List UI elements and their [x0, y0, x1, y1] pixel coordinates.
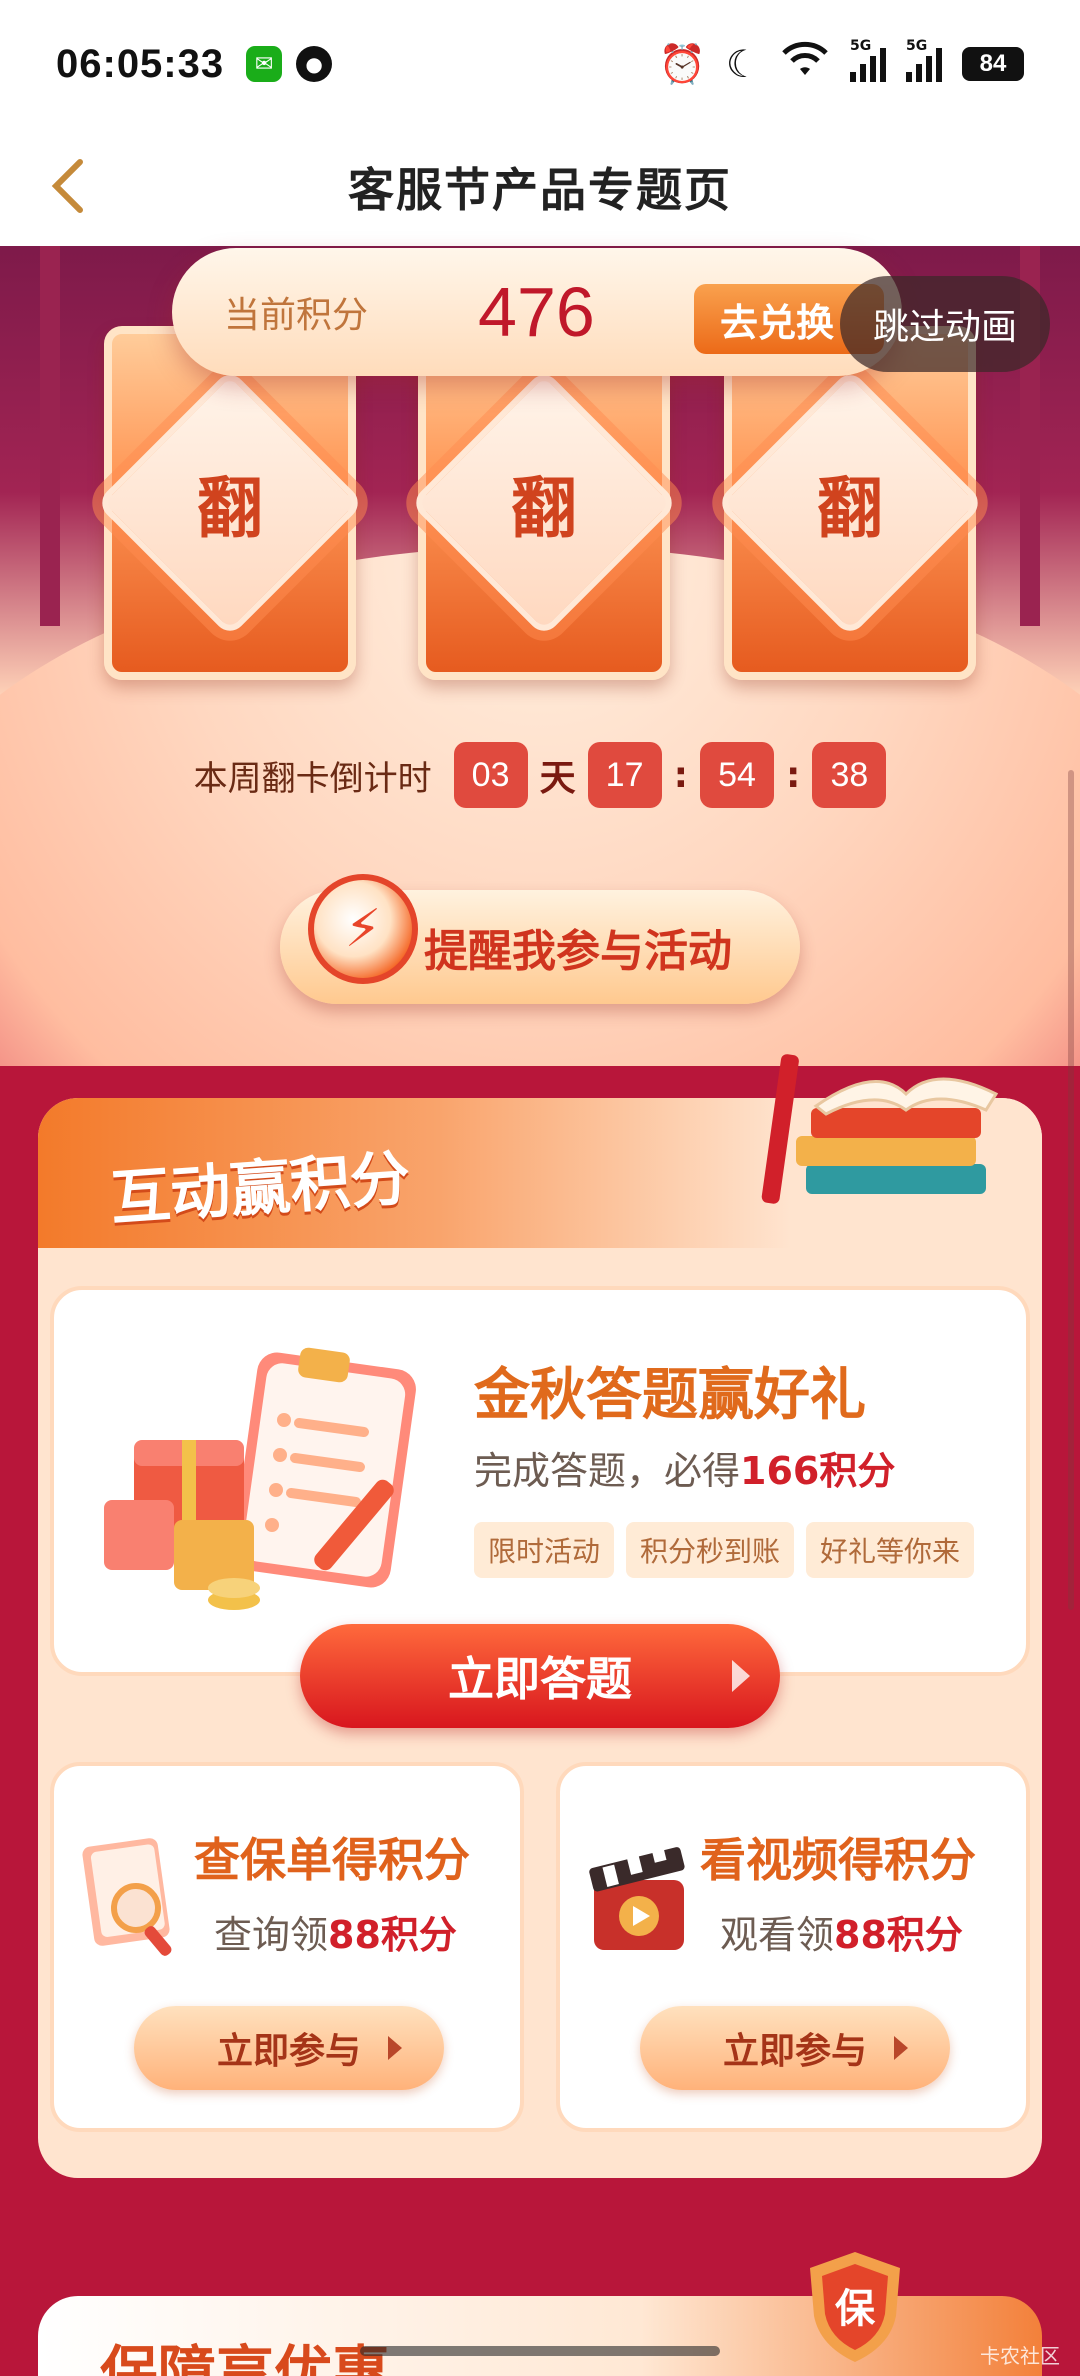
start-quiz-button[interactable]: 立即答题 — [300, 1624, 780, 1728]
countdown-separator: : — [786, 754, 801, 796]
join-label: 立即参与 — [216, 2031, 361, 2072]
wifi-icon — [780, 41, 830, 88]
watch-video-title: 看视频得积分 — [700, 1833, 976, 1887]
status-app-icons: ✉ ● — [246, 46, 333, 82]
quiz-clipboard-illustration — [104, 1347, 416, 1610]
points-label: 当前积分 — [224, 295, 369, 336]
status-bar: 06:05:33 ✉ ● ⏰ ☾ 5G 5G 84 — [0, 0, 1080, 128]
network-tag: 5G — [850, 38, 872, 54]
quiz-points: 166积分 — [740, 1449, 896, 1493]
moon-icon: ☾ — [725, 42, 760, 86]
policy-query-join-button[interactable]: 立即参与 — [134, 2006, 444, 2090]
watch-video-prefix: 观看领 — [720, 1913, 835, 1957]
flip-card[interactable]: 翻 — [409, 326, 679, 680]
status-right: ⏰ ☾ 5G 5G 84 — [658, 38, 1024, 88]
home-indicator[interactable] — [360, 2346, 720, 2356]
countdown-seconds: 38 — [812, 742, 887, 808]
battery-indicator: 84 — [962, 47, 1024, 81]
watch-video-points: 88积分 — [834, 1913, 963, 1957]
countdown-day-unit: 天 — [539, 758, 576, 799]
quiz-subtitle-prefix: 完成答题，必得 — [474, 1449, 741, 1493]
quiz-tag: 好礼等你来 — [806, 1522, 975, 1578]
qq-icon: ● — [296, 46, 333, 82]
protection-section-title: 保障享优惠 — [100, 2339, 391, 2376]
remind-me-label: 提醒我参与活动 — [424, 926, 732, 977]
nav-bar: 客服节产品专题页 — [0, 128, 1080, 246]
quiz-title: 金秋答题赢好礼 — [474, 1363, 866, 1428]
quiz-card: 金秋答题赢好礼 完成答题，必得166积分 限时活动 积分秒到账 好礼等你来 — [50, 1286, 1030, 1676]
flip-card-diamond: 翻 — [95, 368, 365, 638]
watch-video-card: 看视频得积分 观看领88积分 立即参与 — [556, 1762, 1030, 2132]
join-label: 立即参与 — [722, 2031, 867, 2072]
countdown-label: 本周翻卡倒计时 — [193, 758, 432, 799]
flip-card-diamond: 翻 — [409, 368, 679, 638]
policy-query-prefix: 查询领 — [214, 1913, 329, 1957]
flip-card[interactable]: 翻 — [715, 326, 985, 680]
network-tag: 5G — [906, 38, 928, 54]
decor-pillar — [40, 246, 60, 626]
chevron-left-icon — [51, 159, 83, 213]
countdown: 本周翻卡倒计时 03 天 17 : 54 : 38 — [0, 742, 1080, 808]
countdown-minutes: 54 — [700, 742, 774, 808]
remind-me-button[interactable]: ⚡ 提醒我参与活动 — [280, 874, 800, 1004]
alarm-clock-icon: ⚡ — [308, 874, 418, 984]
scrollbar[interactable] — [1068, 770, 1074, 1610]
status-time: 06:05:33 — [56, 41, 225, 86]
flip-card-label: 翻 — [511, 470, 577, 547]
play-arrow-icon — [732, 1660, 750, 1692]
watch-video-join-button[interactable]: 立即参与 — [640, 2006, 950, 2090]
shield-icon: 保 — [810, 2252, 900, 2362]
wechat-icon: ✉ — [246, 46, 283, 82]
quiz-tag: 限时活动 — [474, 1522, 615, 1578]
countdown-separator: : — [673, 754, 688, 796]
play-arrow-icon — [894, 2036, 908, 2060]
points-value: 476 — [478, 273, 595, 351]
flip-card-label: 翻 — [197, 470, 263, 547]
magnifier-document-icon — [82, 1838, 172, 1956]
shield-label: 保 — [835, 2286, 876, 2332]
policy-query-title: 查保单得积分 — [194, 1833, 470, 1887]
policy-query-text: 查询领88积分 — [214, 1904, 457, 1959]
page-title: 客服节产品专题页 — [348, 163, 732, 217]
start-quiz-label: 立即答题 — [448, 1652, 632, 1706]
flip-card-label: 翻 — [817, 470, 883, 547]
watermark: 卡农社区 — [980, 2344, 1060, 2368]
skip-animation-button[interactable]: 跳过动画 — [840, 276, 1050, 372]
countdown-days: 03 — [453, 742, 528, 808]
policy-query-points: 88积分 — [328, 1913, 457, 1957]
alarm-icon: ⏰ — [658, 41, 706, 86]
points-panel: 当前积分 476 去兑换 — [172, 248, 902, 376]
back-button[interactable] — [38, 156, 98, 216]
signal-icon: 5G — [850, 38, 886, 82]
quiz-tags: 限时活动 积分秒到账 好礼等你来 — [474, 1522, 975, 1578]
flip-card-diamond: 翻 — [715, 368, 985, 638]
video-clapper-icon — [589, 1840, 685, 1950]
quiz-subtitle: 完成答题，必得166积分 — [474, 1440, 895, 1495]
policy-query-card: 查保单得积分 查询领88积分 立即参与 — [50, 1762, 524, 2132]
countdown-hours: 17 — [587, 742, 662, 808]
flip-card[interactable]: 翻 — [95, 326, 365, 680]
play-arrow-icon — [388, 2036, 402, 2060]
quiz-tag: 积分秒到账 — [626, 1522, 795, 1578]
signal-icon: 5G — [906, 38, 942, 82]
books-icon — [761, 1054, 999, 1204]
watch-video-text: 观看领88积分 — [720, 1904, 963, 1959]
